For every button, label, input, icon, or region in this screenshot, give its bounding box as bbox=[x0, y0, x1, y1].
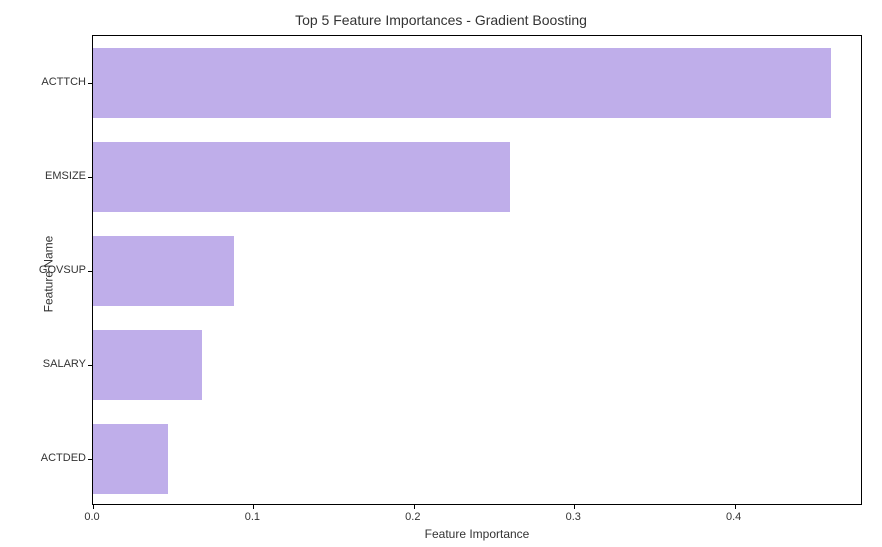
x-tick bbox=[414, 504, 415, 509]
y-tick bbox=[88, 365, 93, 366]
x-axis-label: Feature Importance bbox=[92, 527, 862, 541]
y-tick-label: ACTTCH bbox=[16, 76, 86, 88]
x-tick-label: 0.3 bbox=[566, 511, 581, 523]
bar bbox=[93, 48, 831, 118]
y-tick bbox=[88, 271, 93, 272]
y-tick bbox=[88, 177, 93, 178]
y-tick bbox=[88, 459, 93, 460]
y-tick-label: GOVSUP bbox=[16, 264, 86, 276]
x-tick bbox=[735, 504, 736, 509]
x-tick bbox=[253, 504, 254, 509]
x-tick-label: 0.1 bbox=[245, 511, 260, 523]
y-tick-label: ACTDED bbox=[16, 452, 86, 464]
x-tick bbox=[93, 504, 94, 509]
y-tick bbox=[88, 83, 93, 84]
bar bbox=[93, 142, 510, 212]
bar bbox=[93, 330, 202, 400]
x-tick bbox=[574, 504, 575, 509]
chart-title: Top 5 Feature Importances - Gradient Boo… bbox=[0, 12, 882, 28]
bar bbox=[93, 424, 168, 494]
x-tick-label: 0.4 bbox=[726, 511, 741, 523]
bar bbox=[93, 236, 234, 306]
y-tick-label: EMSIZE bbox=[16, 170, 86, 182]
chart-plot-area bbox=[92, 35, 862, 505]
x-tick-label: 0.2 bbox=[405, 511, 420, 523]
x-tick-label: 0.0 bbox=[84, 511, 99, 523]
y-tick-label: SALARY bbox=[16, 358, 86, 370]
